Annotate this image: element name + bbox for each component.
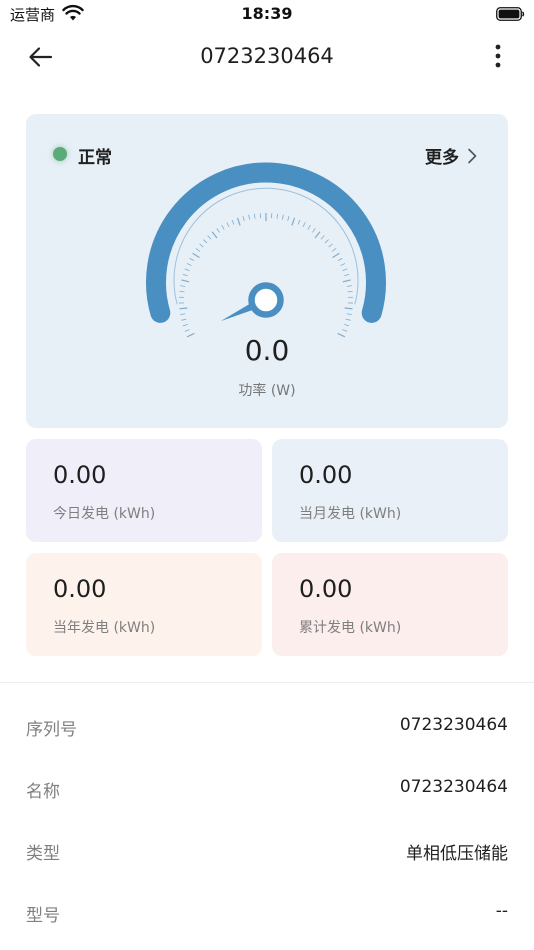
gauge-tick [312, 228, 316, 233]
info-value: 单相低压储能 [406, 844, 508, 864]
info-row-type: 类型 单相低压储能 [26, 835, 508, 865]
stat-value: 0.00 [299, 461, 353, 489]
stat-label: 当年发电 (kWh) [53, 620, 156, 636]
gauge-tick [242, 215, 245, 222]
stat-value: 0.00 [53, 575, 107, 603]
gauge-tick [236, 217, 241, 226]
gauge-tick [253, 213, 256, 219]
gauge-tick [307, 224, 311, 230]
gauge-tick [276, 213, 279, 219]
info-label: 类型 [26, 844, 60, 864]
stat-card-total: 0.00 累计发电 (kWh) [272, 553, 508, 656]
gauge-tick [320, 235, 325, 240]
gauge-tick [287, 215, 290, 222]
gauge-tick [346, 285, 352, 287]
gauge-tick [182, 324, 188, 327]
gauge-tick [297, 219, 301, 225]
info-row-model: 型号 -- [26, 897, 508, 927]
gauge-tick [345, 318, 351, 321]
info-value: -- [495, 901, 508, 921]
info-row-serial: 序列号 0723230464 [26, 711, 508, 741]
gauge-tick [328, 243, 333, 248]
stat-card-month: 0.00 当月发电 (kWh) [272, 439, 508, 542]
gauge-tick [216, 228, 220, 233]
stat-label: 累计发电 (kWh) [299, 620, 402, 636]
gauge-tick [186, 263, 192, 266]
gauge-tick [181, 318, 187, 321]
gauge-tick [207, 235, 212, 240]
power-unit-label: 功率 (W) [238, 383, 296, 399]
gauge-tick [211, 231, 218, 239]
page-title: 0723230464 [200, 44, 334, 68]
gauge-tick [337, 257, 343, 262]
gauge-tick [291, 217, 296, 226]
stat-label: 当月发电 (kWh) [299, 506, 402, 522]
gauge-tick [189, 257, 195, 262]
info-row-name: 名称 0723230464 [26, 773, 508, 803]
gauge-tick [231, 219, 235, 225]
info-value: 0723230464 [399, 715, 508, 735]
battery-icon [496, 7, 525, 21]
gauge-ticks [179, 213, 353, 338]
info-label: 型号 [26, 906, 60, 926]
gauge-tick [195, 248, 201, 252]
stat-card-year: 0.00 当年发电 (kWh) [26, 553, 262, 656]
gauge-tick [342, 329, 348, 332]
gauge-tick [180, 285, 186, 287]
gauge-tick [331, 248, 337, 252]
gauge-tick [332, 252, 340, 259]
gauge-tick [281, 214, 284, 220]
gauge-tick [340, 263, 346, 266]
info-label: 名称 [26, 782, 60, 802]
stat-value: 0.00 [299, 575, 353, 603]
gauge-tick [203, 239, 208, 244]
status-time: 18:39 [241, 4, 293, 23]
gauge-tick [226, 222, 230, 228]
gauge-tick [302, 222, 306, 228]
power-gauge-card: 正常 更多 0.0 功率 (W) [26, 114, 508, 428]
gauge-tick [342, 279, 351, 283]
info-label: 序列号 [26, 720, 77, 740]
stat-card-today: 0.00 今日发电 (kWh) [26, 439, 262, 542]
gauge-tick [184, 268, 190, 271]
gauge-tick [179, 307, 188, 310]
power-value: 0.0 [244, 334, 290, 367]
stat-label: 今日发电 (kWh) [53, 506, 156, 522]
gauge-tick [344, 307, 353, 310]
gauge-tick [184, 329, 190, 332]
gauge-tick [248, 214, 251, 220]
status-bar: 运营商 18:39 [0, 0, 534, 30]
gauge-tick [221, 224, 225, 230]
stat-value: 0.00 [53, 461, 107, 489]
gauge-tick [342, 268, 348, 271]
gauge-tick [344, 324, 350, 327]
gauge-tick [314, 231, 321, 239]
gauge-tick [181, 279, 190, 283]
gauge-hub [248, 282, 284, 318]
gauge-tick [346, 313, 352, 316]
gauge-tick [324, 239, 329, 244]
nav-bar: 0723230464 [0, 30, 534, 84]
info-value: 0723230464 [399, 777, 508, 797]
gauge-tick [199, 243, 204, 248]
gauge-tick [192, 252, 200, 259]
gauge-tick [182, 273, 188, 277]
section-divider [0, 682, 534, 683]
gauge-tick [344, 273, 350, 277]
more-vertical-icon[interactable] [490, 42, 506, 72]
gauge-tick [180, 313, 186, 316]
